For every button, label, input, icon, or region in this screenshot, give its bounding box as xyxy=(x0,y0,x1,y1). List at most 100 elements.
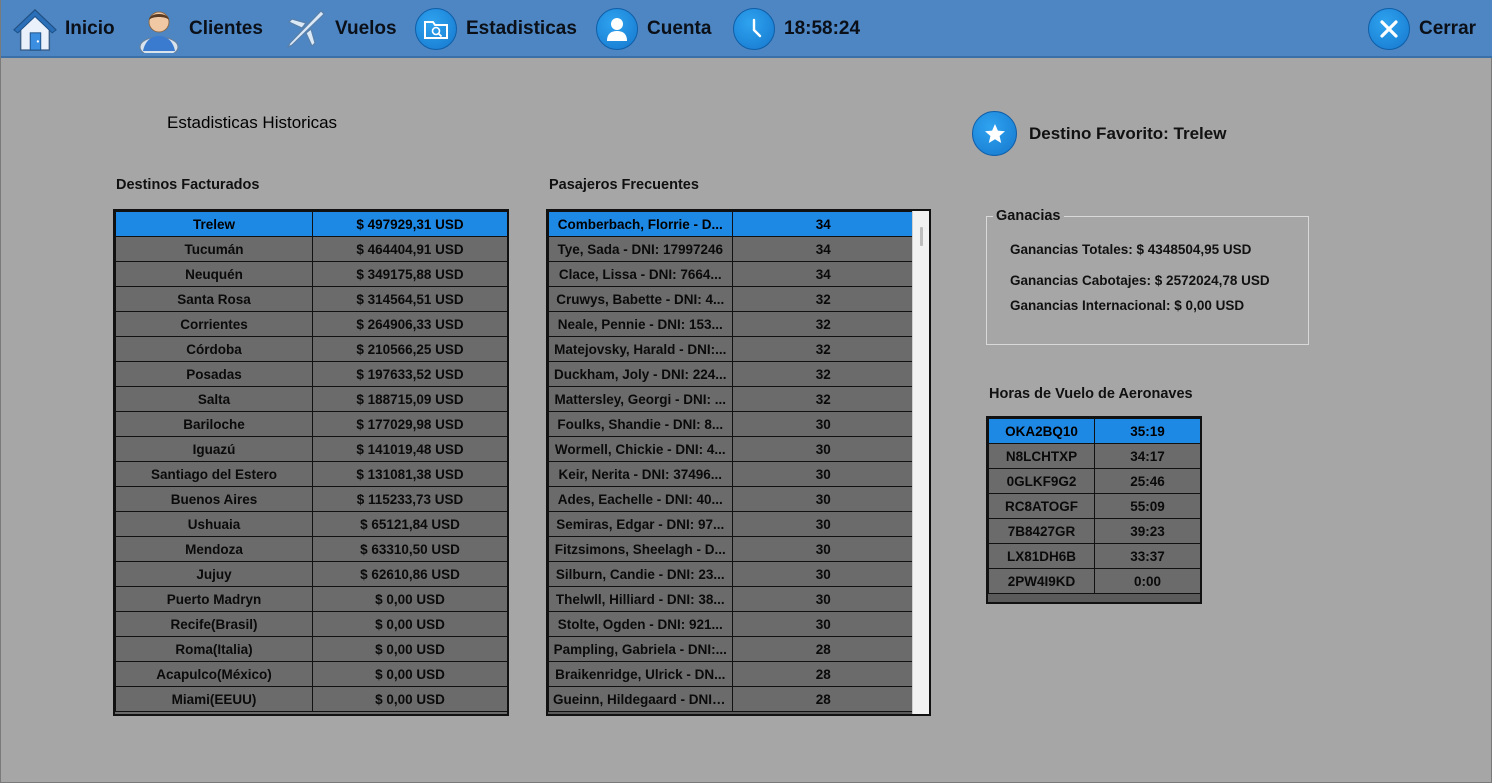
table-row[interactable]: Buenos Aires $ 115233,73 USD xyxy=(115,486,507,512)
table-row[interactable]: Puerto Madryn $ 0,00 USD xyxy=(115,586,507,612)
scrollbar-thumb[interactable] xyxy=(920,227,923,246)
horas-grid[interactable]: OKA2BQ10 35:19 N8LCHTXP 34:17 0GLKF9G2 25:46 R… xyxy=(986,416,1202,604)
table-cell[interactable]: Salta xyxy=(115,386,313,412)
table-cell[interactable]: $ 464404,91 USD xyxy=(312,236,507,262)
table-cell[interactable]: Bariloche xyxy=(115,411,313,437)
table-cell[interactable]: 39:23 xyxy=(1094,518,1200,544)
table-row[interactable]: Stolte, Ogden - DNI: 921... 30 xyxy=(548,611,915,637)
table-cell[interactable]: RC8ATOGF xyxy=(988,493,1095,519)
table-cell[interactable]: 28 xyxy=(731,661,915,687)
table-cell[interactable]: 30 xyxy=(731,511,915,537)
pasajeros-grid[interactable]: Comberbach, Florrie - D... 34 Tye, Sada - … xyxy=(546,209,931,716)
table-cell[interactable]: $ 349175,88 USD xyxy=(312,261,507,287)
table-row[interactable]: 0GLKF9G2 25:46 xyxy=(988,468,1200,494)
table-row[interactable]: Salta $ 188715,09 USD xyxy=(115,386,507,412)
table-cell[interactable]: $ 0,00 USD xyxy=(312,611,507,637)
table-row[interactable]: Corrientes $ 264906,33 USD xyxy=(115,311,507,337)
table-row[interactable]: OKA2BQ10 35:19 xyxy=(988,418,1200,444)
table-cell[interactable]: Trelew xyxy=(115,211,313,237)
nav-inicio[interactable]: Inicio xyxy=(13,0,115,58)
table-row[interactable]: Clace, Lissa - DNI: 7664... 34 xyxy=(548,261,915,287)
table-row[interactable]: Foulks, Shandie - DNI: 8... 30 xyxy=(548,411,915,437)
table-cell[interactable]: Duckham, Joly - DNI: 224... xyxy=(548,361,733,387)
table-row[interactable]: Thelwll, Hilliard - DNI: 38... 30 xyxy=(548,586,915,612)
table-cell[interactable]: $ 264906,33 USD xyxy=(312,311,507,337)
table-cell[interactable]: $ 0,00 USD xyxy=(312,686,507,712)
table-row[interactable]: Silburn, Candie - DNI: 23... 30 xyxy=(548,561,915,587)
table-row[interactable]: Roma(Italia) $ 0,00 USD xyxy=(115,636,507,662)
table-cell[interactable]: $ 115233,73 USD xyxy=(312,486,507,512)
table-cell[interactable]: Stolte, Ogden - DNI: 921... xyxy=(548,611,733,637)
table-cell[interactable]: Ushuaia xyxy=(115,511,313,537)
table-cell[interactable]: 33:37 xyxy=(1094,543,1200,569)
table-row[interactable]: Santa Rosa $ 314564,51 USD xyxy=(115,286,507,312)
table-row[interactable]: Braikenridge, Ulrick - DN... 28 xyxy=(548,661,915,687)
table-cell[interactable]: Semiras, Edgar - DNI: 97... xyxy=(548,511,733,537)
table-cell[interactable]: $ 177029,98 USD xyxy=(312,411,507,437)
table-cell[interactable]: Corrientes xyxy=(115,311,313,337)
table-cell[interactable]: 32 xyxy=(731,386,915,412)
table-cell[interactable]: Neuquén xyxy=(115,261,313,287)
table-cell[interactable]: 30 xyxy=(731,611,915,637)
table-cell[interactable]: 34 xyxy=(731,211,915,237)
table-row[interactable]: Fitzsimons, Sheelagh - D... 30 xyxy=(548,536,915,562)
table-cell[interactable]: 35:19 xyxy=(1094,418,1200,444)
table-row[interactable]: Pampling, Gabriela - DNI:... 28 xyxy=(548,636,915,662)
close-button[interactable]: Cerrar xyxy=(1367,0,1476,58)
table-row[interactable]: 7B8427GR 39:23 xyxy=(988,518,1200,544)
table-cell[interactable]: 34:17 xyxy=(1094,443,1200,469)
table-cell[interactable]: Mattersley, Georgi - DNI: ... xyxy=(548,386,733,412)
table-row[interactable]: Miami(EEUU) $ 0,00 USD xyxy=(115,686,507,712)
table-row[interactable]: Neale, Pennie - DNI: 153... 32 xyxy=(548,311,915,337)
table-cell[interactable]: Comberbach, Florrie - D... xyxy=(548,211,733,237)
table-cell[interactable]: Recife(Brasil) xyxy=(115,611,313,637)
table-cell[interactable]: Miami(EEUU) xyxy=(115,686,313,712)
table-row[interactable]: Ushuaia $ 65121,84 USD xyxy=(115,511,507,537)
table-cell[interactable]: 0:00 xyxy=(1094,568,1200,594)
table-cell[interactable]: 32 xyxy=(731,311,915,337)
table-row[interactable]: Cruwys, Babette - DNI: 4... 32 xyxy=(548,286,915,312)
table-cell[interactable]: 30 xyxy=(731,436,915,462)
table-cell[interactable]: 30 xyxy=(731,461,915,487)
table-row[interactable]: Trelew $ 497929,31 USD xyxy=(115,211,507,237)
table-cell[interactable]: $ 0,00 USD xyxy=(312,586,507,612)
table-cell[interactable]: Braikenridge, Ulrick - DN... xyxy=(548,661,733,687)
table-cell[interactable]: 30 xyxy=(731,486,915,512)
table-row[interactable]: Bariloche $ 177029,98 USD xyxy=(115,411,507,437)
nav-clientes[interactable]: Clientes xyxy=(137,0,263,58)
table-cell[interactable]: Posadas xyxy=(115,361,313,387)
table-cell[interactable]: $ 141019,48 USD xyxy=(312,436,507,462)
table-row[interactable]: Tye, Sada - DNI: 17997246 34 xyxy=(548,236,915,262)
table-cell[interactable]: 0GLKF9G2 xyxy=(988,468,1095,494)
table-row[interactable]: 2PW4I9KD 0:00 xyxy=(988,568,1200,594)
table-cell[interactable]: Santa Rosa xyxy=(115,286,313,312)
table-cell[interactable]: $ 197633,52 USD xyxy=(312,361,507,387)
table-cell[interactable]: Neale, Pennie - DNI: 153... xyxy=(548,311,733,337)
table-row[interactable]: Ades, Eachelle - DNI: 40... 30 xyxy=(548,486,915,512)
table-cell[interactable]: $ 497929,31 USD xyxy=(312,211,507,237)
table-cell[interactable]: Gueinn, Hildegaard - DNI:... xyxy=(548,686,733,712)
table-cell[interactable]: Santiago del Estero xyxy=(115,461,313,487)
table-cell[interactable]: Córdoba xyxy=(115,336,313,362)
table-cell[interactable]: Iguazú xyxy=(115,436,313,462)
table-row[interactable]: Tucumán $ 464404,91 USD xyxy=(115,236,507,262)
table-row[interactable]: Santiago del Estero $ 131081,38 USD xyxy=(115,461,507,487)
nav-cuenta[interactable]: Cuenta xyxy=(595,0,711,58)
table-cell[interactable]: Clace, Lissa - DNI: 7664... xyxy=(548,261,733,287)
table-cell[interactable]: LX81DH6B xyxy=(988,543,1095,569)
table-row[interactable]: Acapulco(México) $ 0,00 USD xyxy=(115,661,507,687)
nav-estadisticas[interactable]: Estadisticas xyxy=(414,0,577,58)
table-cell[interactable]: Cruwys, Babette - DNI: 4... xyxy=(548,286,733,312)
table-cell[interactable]: Foulks, Shandie - DNI: 8... xyxy=(548,411,733,437)
table-row[interactable]: RC8ATOGF 55:09 xyxy=(988,493,1200,519)
table-cell[interactable]: 32 xyxy=(731,361,915,387)
table-row[interactable]: Semiras, Edgar - DNI: 97... 30 xyxy=(548,511,915,537)
table-cell[interactable]: N8LCHTXP xyxy=(988,443,1095,469)
table-cell[interactable]: Fitzsimons, Sheelagh - D... xyxy=(548,536,733,562)
table-row[interactable]: Keir, Nerita - DNI: 37496... 30 xyxy=(548,461,915,487)
table-cell[interactable]: 28 xyxy=(731,636,915,662)
table-row[interactable]: Wormell, Chickie - DNI: 4... 30 xyxy=(548,436,915,462)
table-cell[interactable]: 30 xyxy=(731,561,915,587)
table-cell[interactable]: 2PW4I9KD xyxy=(988,568,1095,594)
table-row[interactable]: Duckham, Joly - DNI: 224... 32 xyxy=(548,361,915,387)
